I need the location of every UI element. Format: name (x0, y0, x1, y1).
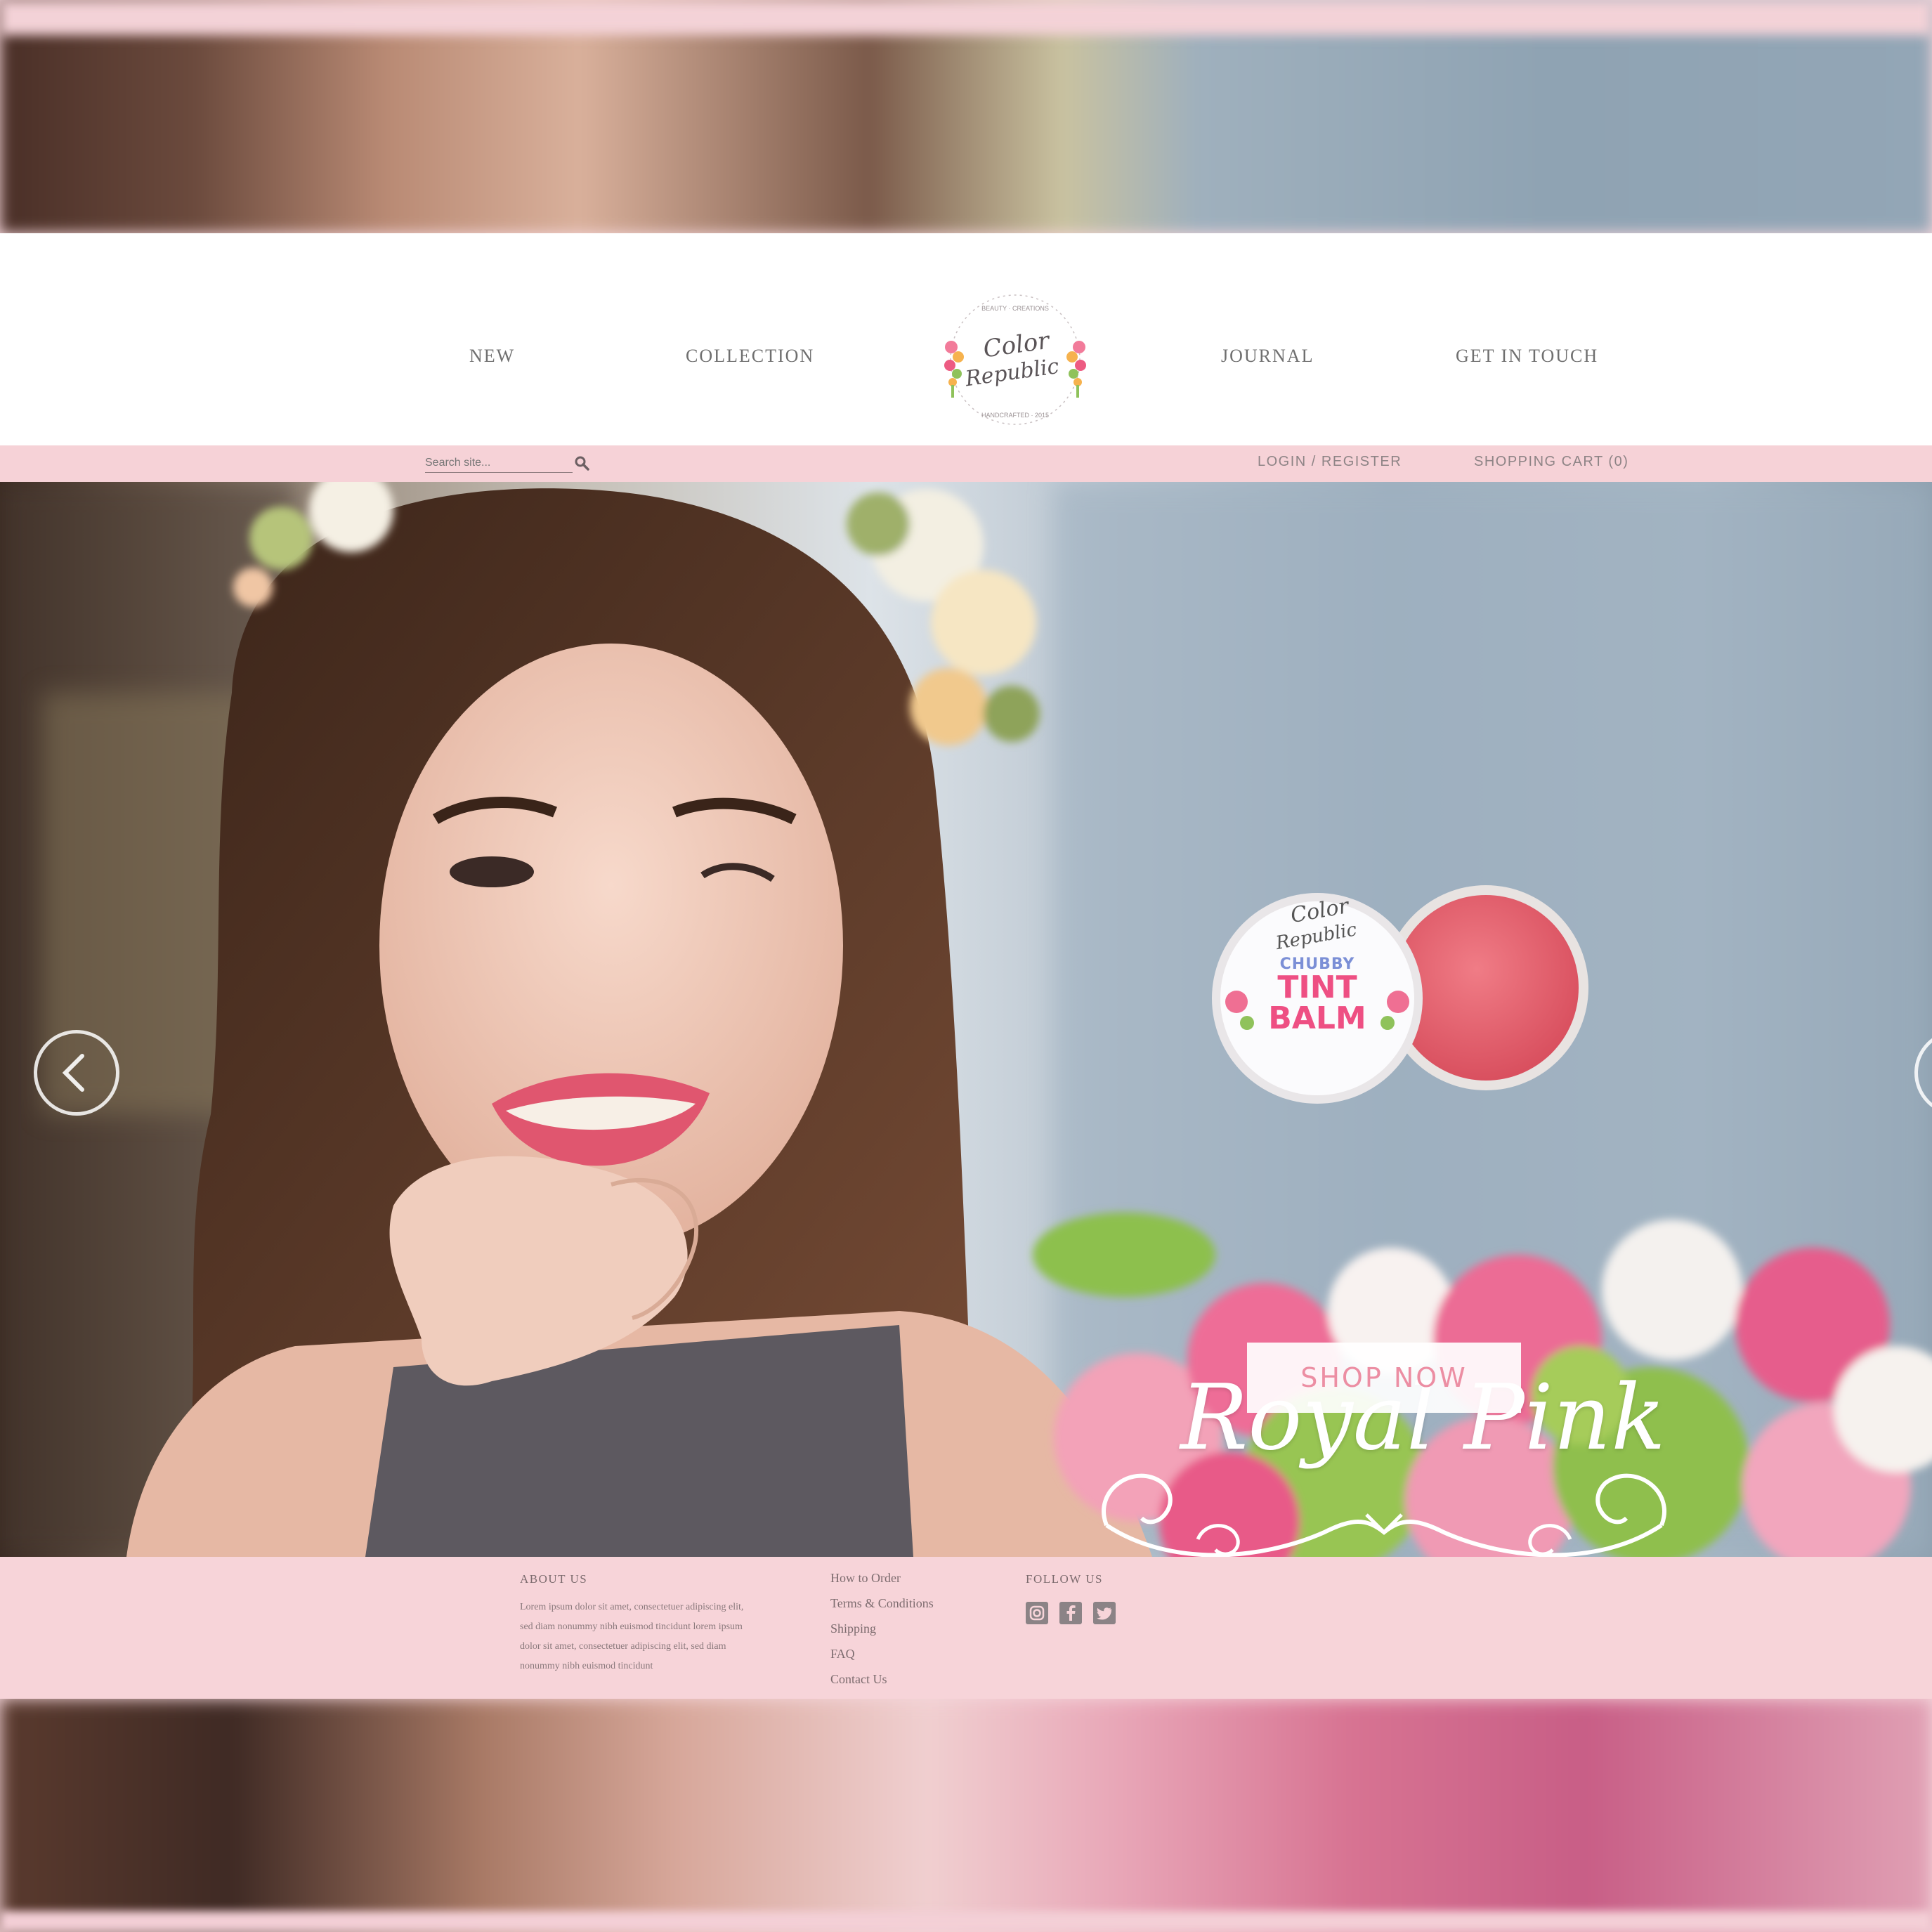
svg-text:HANDCRAFTED · 2015: HANDCRAFTED · 2015 (981, 412, 1049, 419)
footer-link-how-to-order[interactable]: How to Order (830, 1571, 901, 1586)
login-register-link[interactable]: LOGIN / REGISTER (1258, 454, 1402, 470)
about-text: Lorem ipsum dolor sit amet, consectetuer… (520, 1602, 744, 1671)
search-icon[interactable] (573, 454, 591, 472)
brand-logo[interactable]: BEAUTY · CREATIONS HANDCRAFTED · 2015 Co… (934, 289, 1096, 430)
backdrop-top-band (0, 0, 1932, 35)
nav-get-in-touch[interactable]: GET IN TOUCH (1456, 346, 1598, 367)
nav-new[interactable]: NEW (469, 346, 515, 367)
chevron-left-icon (62, 1054, 84, 1092)
ornament-flourish (1102, 1473, 1666, 1557)
footer-link-contact[interactable]: Contact Us (830, 1672, 887, 1687)
website-frame: NEW COLLECTION BEAUTY · CREATIONS HANDCR… (0, 233, 1932, 1699)
footer-link-shipping[interactable]: Shipping (830, 1621, 876, 1636)
search-box (425, 455, 589, 473)
facebook-icon[interactable] (1059, 1602, 1082, 1624)
shopping-cart-link[interactable]: SHOPPING CART (0) (1474, 454, 1629, 470)
footer-link-faq[interactable]: FAQ (830, 1647, 855, 1662)
site-header: NEW COLLECTION BEAUTY · CREATIONS HANDCR… (0, 233, 1932, 445)
product-label-line3: BALM (1268, 1000, 1366, 1036)
backdrop-bottom-blur (0, 1699, 1932, 1932)
nav-journal[interactable]: JOURNAL (1221, 346, 1314, 367)
twitter-icon[interactable] (1093, 1602, 1116, 1624)
nav-collection[interactable]: COLLECTION (686, 346, 814, 367)
site-footer: ABOUT US Lorem ipsum dolor sit amet, con… (0, 1557, 1932, 1699)
product-label: CHUBBY TINT BALM (1247, 957, 1388, 1034)
shop-now-button[interactable]: SHOP NOW (1247, 1343, 1521, 1413)
backdrop-bottom-band (0, 1911, 1932, 1932)
svg-text:BEAUTY · CREATIONS: BEAUTY · CREATIONS (981, 305, 1049, 312)
carousel-prev-button[interactable] (34, 1030, 119, 1116)
follow-heading: FOLLOW US (1026, 1572, 1103, 1586)
footer-link-terms[interactable]: Terms & Conditions (830, 1596, 934, 1611)
utility-bar: LOGIN / REGISTER SHOPPING CART (0) (0, 445, 1932, 482)
search-input[interactable] (425, 455, 551, 471)
instagram-icon[interactable] (1026, 1602, 1048, 1624)
about-heading: ABOUT US (520, 1572, 588, 1586)
product-label-line2: TINT (1277, 970, 1357, 1005)
hero-banner: Color Republic CHUBBY TINT BALM Royal Pi… (0, 482, 1932, 1557)
